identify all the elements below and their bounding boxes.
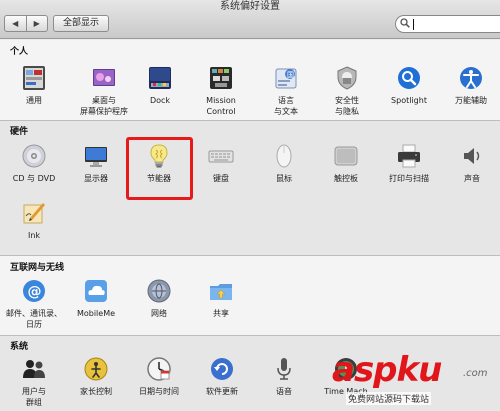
pane-mobileme[interactable]: MobileMe xyxy=(64,278,128,319)
pane-display[interactable]: 显示器 xyxy=(64,143,128,184)
pane-label: 安全性 与隐私 xyxy=(335,96,359,116)
print-scan-icon xyxy=(398,144,420,168)
pane-label: 万能辅助 xyxy=(455,96,487,105)
section-hardware: 硬件 CD 与 DVD 显示器 节能器 键盘 鼠标 触控板 打印与扫描 声音 I… xyxy=(0,121,500,255)
pane-mouse[interactable]: 鼠标 xyxy=(252,143,316,184)
pane-label: 打印与扫描 xyxy=(389,174,429,183)
highlight-annotation xyxy=(126,137,193,200)
cd-dvd-icon xyxy=(22,144,46,168)
pane-general[interactable]: 通用 xyxy=(2,65,66,106)
svg-text:@: @ xyxy=(28,284,42,300)
section-label-internet: 互联网与无线 xyxy=(10,263,65,273)
pane-label: CD 与 DVD xyxy=(12,174,56,183)
pane-label: 软件更新 xyxy=(206,387,238,396)
forward-button[interactable]: ▶ xyxy=(25,16,48,31)
search-icon xyxy=(400,18,410,28)
pane-label: 语音 xyxy=(276,387,292,396)
mission-control-icon xyxy=(210,67,232,89)
pane-print-scan[interactable]: 打印与扫描 xyxy=(377,143,441,184)
pane-mission-control[interactable]: Mission Control xyxy=(189,65,253,117)
date-time-icon xyxy=(147,357,171,381)
pane-label: Dock xyxy=(149,96,171,105)
trackpad-icon xyxy=(334,146,358,166)
users-groups-icon xyxy=(23,360,45,378)
pane-desktop-screensaver[interactable]: 桌面与 屏幕保护程序 xyxy=(72,65,136,117)
sound-icon xyxy=(464,148,480,164)
ink-icon xyxy=(23,203,45,224)
language-text-icon: 国 xyxy=(275,68,297,89)
text-cursor xyxy=(413,19,414,30)
search-field[interactable] xyxy=(395,15,500,33)
pane-date-time[interactable]: 日期与时间 xyxy=(127,356,191,397)
parental-controls-icon xyxy=(84,357,108,381)
pane-ink[interactable]: Ink xyxy=(2,200,66,241)
pane-label: 触控板 xyxy=(334,174,358,183)
pane-label: Mission Control xyxy=(206,96,236,116)
pane-accessibility[interactable]: 万能辅助 xyxy=(439,65,500,106)
pane-parental-controls[interactable]: 家长控制 xyxy=(64,356,128,397)
keyboard-icon xyxy=(208,150,234,163)
speech-icon xyxy=(277,358,291,380)
pane-network[interactable]: 网络 xyxy=(127,278,191,319)
network-icon xyxy=(147,279,171,303)
watermark-brand: aspku xyxy=(332,350,442,390)
pane-label: 显示器 xyxy=(84,174,108,183)
display-icon xyxy=(85,147,107,167)
pane-dock[interactable]: Dock xyxy=(128,65,192,106)
pane-label: 网络 xyxy=(151,309,167,318)
window-title: 系统偏好设置 xyxy=(220,1,280,12)
pane-label: MobileMe xyxy=(76,309,116,318)
pane-label: 语言 与文本 xyxy=(274,96,298,116)
sharing-icon xyxy=(210,284,232,300)
section-internet-wireless: 互联网与无线 @ 邮件、通讯录、 日历 MobileMe 网络 共享 xyxy=(0,256,500,335)
section-personal: 个人 通用 桌面与 屏幕保护程序 Dock Mission Control 国 … xyxy=(0,40,500,120)
accessibility-icon xyxy=(460,67,482,89)
desktop-screensaver-icon xyxy=(93,69,115,86)
mobileme-icon xyxy=(85,280,107,302)
pane-label: 用户与 群组 xyxy=(22,387,46,407)
show-all-button[interactable]: 全部显示 xyxy=(53,15,109,32)
pane-security-privacy[interactable]: 安全性 与隐私 xyxy=(315,65,379,117)
mouse-icon xyxy=(276,144,292,168)
system-preferences-window: 系统偏好设置 ◀ ▶ 全部显示 个人 通用 桌面与 屏幕保护程序 Dock Mi… xyxy=(0,0,500,411)
pane-label: 桌面与 屏幕保护程序 xyxy=(80,96,128,116)
back-forward-control: ◀ ▶ xyxy=(4,15,48,32)
pane-language-text[interactable]: 国 语言 与文本 xyxy=(254,65,318,117)
general-icon xyxy=(23,66,45,90)
pane-label: 邮件、通讯录、 日历 xyxy=(6,309,62,329)
pane-label: 家长控制 xyxy=(80,387,112,396)
mail-contacts-calendar-icon: @ xyxy=(23,280,45,302)
dock-icon xyxy=(149,67,171,89)
pane-label: 声音 xyxy=(464,174,480,183)
watermark: aspku .com 免费网站源码下载站 xyxy=(330,350,500,411)
pane-keyboard[interactable]: 键盘 xyxy=(189,143,253,184)
section-label-system: 系统 xyxy=(10,342,29,352)
watermark-subtitle: 免费网站源码下载站 xyxy=(346,392,432,405)
security-privacy-icon xyxy=(337,66,357,90)
watermark-domain: .com xyxy=(463,368,488,379)
section-label-personal: 个人 xyxy=(10,47,29,57)
pane-software-update[interactable]: 软件更新 xyxy=(190,356,254,397)
pane-trackpad[interactable]: 触控板 xyxy=(314,143,378,184)
pane-label: 鼠标 xyxy=(276,174,292,183)
pane-spotlight[interactable]: Spotlight xyxy=(377,65,441,106)
pane-label: Ink xyxy=(27,231,41,240)
title-bar: 系统偏好设置 ◀ ▶ 全部显示 xyxy=(0,0,500,39)
pane-sound[interactable]: 声音 xyxy=(440,143,500,184)
pane-speech[interactable]: 语音 xyxy=(252,356,316,397)
pane-label: Spotlight xyxy=(391,96,427,105)
pane-sharing[interactable]: 共享 xyxy=(189,278,253,319)
pane-cd-dvd[interactable]: CD 与 DVD xyxy=(2,143,66,184)
section-label-hardware: 硬件 xyxy=(10,127,29,137)
pane-users-groups[interactable]: 用户与 群组 xyxy=(2,356,66,408)
pane-mail-contacts-calendar[interactable]: @ 邮件、通讯录、 日历 xyxy=(2,278,66,330)
pane-label: 通用 xyxy=(26,96,42,105)
svg-text:国: 国 xyxy=(287,71,294,79)
spotlight-icon xyxy=(398,67,420,89)
back-button[interactable]: ◀ xyxy=(5,16,26,31)
pane-label: 共享 xyxy=(213,309,229,318)
pane-label: 键盘 xyxy=(213,174,229,183)
pane-label: 日期与时间 xyxy=(139,387,179,396)
software-update-icon xyxy=(211,358,233,380)
